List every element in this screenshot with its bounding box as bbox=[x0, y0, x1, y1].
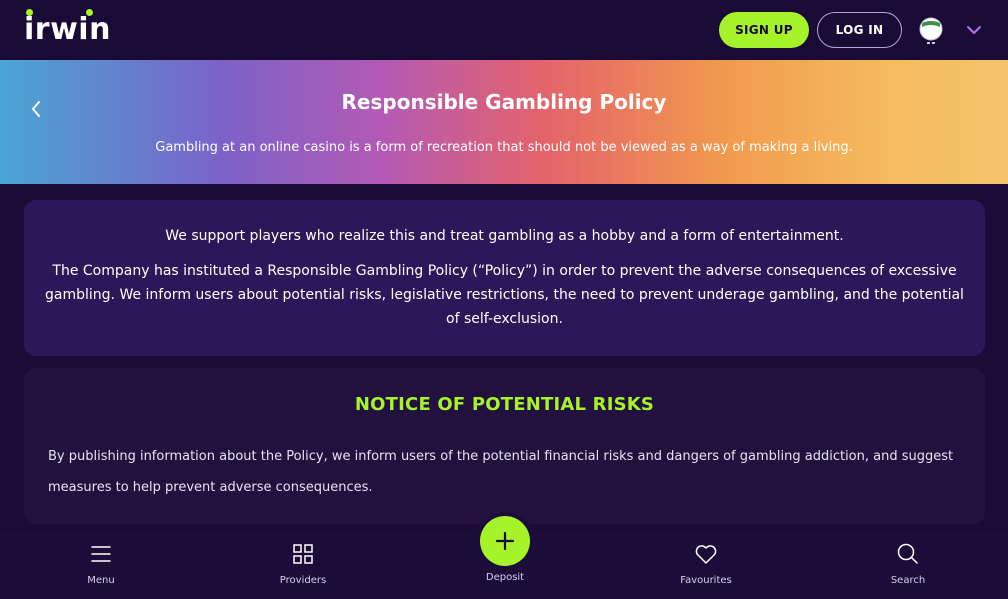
log-in-button[interactable]: LOG IN bbox=[817, 12, 902, 48]
intro-paragraph: We support players who realize this and … bbox=[165, 228, 844, 244]
nav-menu-label: Menu bbox=[87, 575, 115, 586]
page-subtitle: Gambling at an online casino is a form o… bbox=[155, 140, 853, 155]
risks-heading: NOTICE OF POTENTIAL RISKS bbox=[354, 394, 655, 415]
nav-favourites[interactable]: Favourites bbox=[646, 530, 766, 599]
hero-banner: Responsible Gambling Policy Gambling at … bbox=[0, 60, 1008, 184]
plus-icon bbox=[495, 531, 515, 551]
logo-text: irwin bbox=[24, 12, 111, 47]
nav-favourites-label: Favourites bbox=[680, 575, 732, 586]
logo-dot bbox=[26, 9, 33, 16]
logo-dot bbox=[86, 9, 93, 16]
irwin-logo[interactable]: irwin bbox=[24, 9, 111, 47]
nav-menu[interactable]: Menu bbox=[41, 530, 161, 599]
bottom-navigation: Menu Providers Deposit Favourites Search bbox=[0, 516, 1008, 599]
top-header: irwin SIGN UP LOG IN bbox=[0, 0, 1008, 60]
nav-search[interactable]: Search bbox=[848, 530, 968, 599]
search-icon bbox=[896, 542, 920, 566]
risks-paragraph: By publishing information about the Poli… bbox=[48, 449, 954, 495]
grid-icon bbox=[291, 542, 315, 566]
hamburger-icon bbox=[89, 542, 113, 566]
language-flag-icon[interactable] bbox=[918, 17, 944, 44]
header-actions: SIGN UP LOG IN bbox=[719, 12, 986, 48]
nav-search-label: Search bbox=[890, 575, 926, 586]
policy-paragraph: The Company has instituted a Responsible… bbox=[45, 263, 964, 327]
deposit-button[interactable] bbox=[480, 516, 530, 566]
risks-card: NOTICE OF POTENTIAL RISKS By publishing … bbox=[24, 368, 985, 524]
nav-providers-label: Providers bbox=[279, 575, 327, 586]
intro-card: We support players who realize this and … bbox=[24, 200, 985, 356]
nav-deposit-label: Deposit bbox=[485, 572, 525, 583]
heart-icon bbox=[694, 542, 718, 566]
sign-up-button[interactable]: SIGN UP bbox=[719, 12, 809, 48]
page-title: Responsible Gambling Policy bbox=[341, 90, 667, 114]
nav-providers[interactable]: Providers bbox=[243, 530, 363, 599]
chevron-down-icon[interactable] bbox=[962, 18, 986, 42]
